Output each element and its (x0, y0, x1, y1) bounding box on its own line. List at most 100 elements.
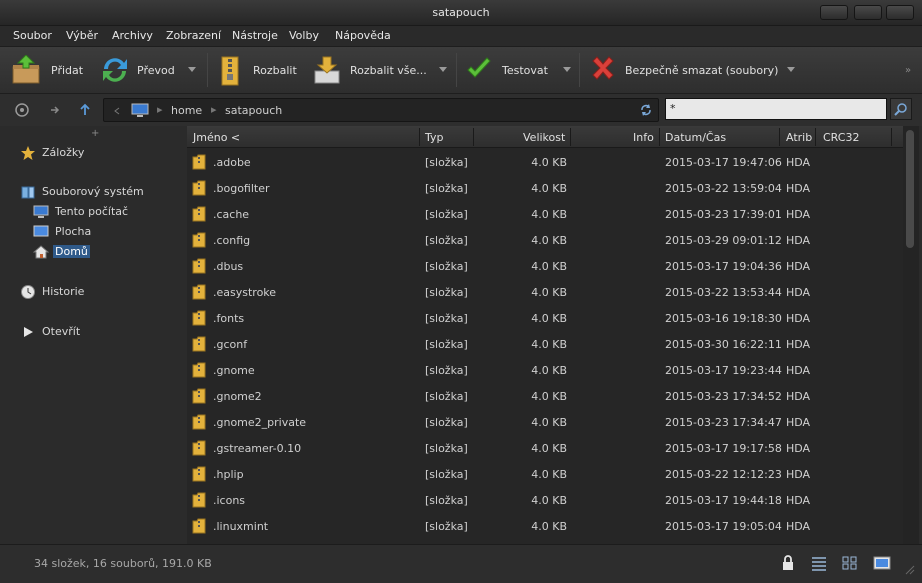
table-row[interactable]: .config [složka] 4.0 KB 2015-03-29 09:01:12… (187, 227, 903, 253)
up-arrow-icon[interactable] (76, 102, 94, 118)
preview-image-icon[interactable] (873, 555, 891, 571)
extract-all-dropdown-icon[interactable] (439, 67, 447, 72)
vertical-scrollbar[interactable] (903, 126, 919, 544)
row-date: 2015-03-16 19:18:30 (665, 312, 782, 325)
computer-icon[interactable] (131, 103, 149, 119)
row-size: 4.0 KB (531, 390, 567, 403)
row-size: 4.0 KB (531, 338, 567, 351)
sidebar-item-label: Domů (53, 245, 90, 258)
crumb-home[interactable]: home (171, 104, 202, 117)
menu-vyber[interactable]: Výběr (66, 29, 98, 42)
sidebar-item-computer[interactable]: Tento počítač (33, 203, 173, 221)
toolbar-overflow-icon[interactable]: » (905, 65, 911, 76)
sidebar-item-filesystem[interactable]: Souborový systém (20, 183, 180, 201)
maximize-button[interactable] (854, 5, 882, 20)
row-date: 2015-03-17 19:44:18 (665, 494, 782, 507)
row-date: 2015-03-17 19:23:44 (665, 364, 782, 377)
table-row[interactable]: .cache [složka] 4.0 KB 2015-03-23 17:39:01 H… (187, 201, 903, 227)
extract-label: Rozbalit (253, 64, 297, 77)
sidebar-item-bookmarks[interactable]: Záložky (20, 144, 170, 162)
convert-button[interactable]: Převod (100, 47, 202, 93)
forward-arrow-icon[interactable] (46, 102, 64, 118)
table-row[interactable]: .gnome [složka] 4.0 KB 2015-03-17 19:23:44 H… (187, 357, 903, 383)
sidebar-item-history[interactable]: Historie (20, 283, 170, 301)
sidebar-item-desktop[interactable]: Plocha (33, 223, 173, 241)
table-row[interactable]: .icons [složka] 4.0 KB 2015-03-17 19:44:18 H… (187, 487, 903, 513)
column-attr[interactable]: Atrib (786, 131, 812, 144)
table-row[interactable]: .easystroke [složka] 4.0 KB 2015-03-22 13:5… (187, 279, 903, 305)
sidebar-item-home[interactable]: Domů (33, 243, 173, 261)
test-button[interactable]: Testovat (465, 47, 577, 93)
search-button[interactable] (890, 98, 912, 120)
menu-napoveda[interactable]: Nápověda (335, 29, 391, 42)
row-date: 2015-03-17 19:04:36 (665, 260, 782, 273)
details-view-icon[interactable] (810, 555, 828, 571)
row-attr: HDA (786, 208, 811, 221)
status-text: 34 složek, 16 souborů, 191.0 KB (34, 557, 212, 570)
menu-nastroje[interactable]: Nástroje (232, 29, 278, 42)
folder-icon (192, 466, 206, 482)
icon-view-icon[interactable] (841, 555, 859, 571)
minimize-button[interactable] (820, 5, 848, 20)
menu-zobrazeni[interactable]: Zobrazení (166, 29, 221, 42)
menu-archivy[interactable]: Archivy (112, 29, 153, 42)
sidebar-item-label: Plocha (55, 225, 92, 238)
secure-delete-dropdown-icon[interactable] (787, 67, 795, 72)
table-row[interactable]: .bogofilter [složka] 4.0 KB 2015-03-22 13:5… (187, 175, 903, 201)
column-size[interactable]: Velikost (523, 131, 565, 144)
row-size: 4.0 KB (531, 286, 567, 299)
column-info[interactable]: Info (633, 131, 654, 144)
column-crc[interactable]: CRC32 (823, 131, 859, 144)
table-row[interactable]: .gconf [složka] 4.0 KB 2015-03-30 16:22:11 H… (187, 331, 903, 357)
convert-dropdown-icon[interactable] (188, 67, 196, 72)
sidebar-item-label: Souborový systém (42, 185, 144, 198)
sidebar-add-icon[interactable]: + (91, 128, 99, 139)
secure-delete-button[interactable]: Bezpečně smazat (soubory) (589, 47, 803, 93)
folder-icon (192, 414, 206, 430)
path-breadcrumb[interactable]: ▸ home ▸ satapouch (103, 98, 659, 122)
sidebar-item-open[interactable]: Otevřít (20, 323, 170, 341)
table-row[interactable]: .adobe [složka] 4.0 KB 2015-03-17 19:47:06 H… (187, 149, 903, 175)
column-type[interactable]: Typ (425, 131, 444, 144)
extract-all-button[interactable]: Rozbalit vše... (311, 47, 451, 93)
menu-volby[interactable]: Volby (289, 29, 319, 42)
column-date[interactable]: Datum/Čas (665, 131, 726, 144)
history-nav-icon[interactable] (13, 102, 31, 118)
add-button[interactable]: Přidat (10, 47, 92, 93)
row-name: .easystroke (213, 286, 277, 299)
menu-soubor[interactable]: Soubor (13, 29, 52, 42)
scrollbar-thumb[interactable] (906, 130, 914, 248)
filter-input[interactable]: * (665, 98, 887, 120)
column-name[interactable]: Jméno < (193, 131, 240, 144)
sidebar: + Záložky Souborový systém Tento počítač… (0, 126, 186, 544)
extract-button[interactable]: Rozbalit (217, 47, 301, 93)
table-row[interactable]: .gstreamer-0.10 [složka] 4.0 KB 2015-03-17 … (187, 435, 903, 461)
table-row[interactable]: .dbus [složka] 4.0 KB 2015-03-17 19:04:36 HD… (187, 253, 903, 279)
resize-grip-icon[interactable] (903, 563, 915, 575)
chevron-left-icon[interactable] (112, 106, 122, 116)
row-attr: HDA (786, 338, 811, 351)
row-type: [složka] (425, 156, 468, 169)
row-type: [složka] (425, 364, 468, 377)
row-attr: HDA (786, 416, 811, 429)
folder-icon (192, 362, 206, 378)
crumb-satapouch[interactable]: satapouch (225, 104, 282, 117)
row-name: .gnome (213, 364, 255, 377)
refresh-icon[interactable] (639, 103, 653, 117)
close-button[interactable] (886, 5, 914, 20)
sidebar-item-label: Tento počítač (55, 205, 129, 218)
table-row[interactable]: .gnome2_private [složka] 4.0 KB 2015-03-23 … (187, 409, 903, 435)
convert-label: Převod (137, 64, 175, 77)
table-row[interactable]: .fonts [složka] 4.0 KB 2015-03-16 19:18:30 H… (187, 305, 903, 331)
table-row[interactable]: .gnome2 [složka] 4.0 KB 2015-03-23 17:34:52… (187, 383, 903, 409)
row-name: .linuxmint (213, 520, 269, 533)
table-row[interactable]: .linuxmint [složka] 4.0 KB 2015-03-17 19:05… (187, 513, 903, 539)
row-size: 4.0 KB (531, 494, 567, 507)
table-row[interactable]: .hplip [složka] 4.0 KB 2015-03-22 12:12:23 H… (187, 461, 903, 487)
row-date: 2015-03-22 12:12:23 (665, 468, 782, 481)
test-dropdown-icon[interactable] (563, 67, 571, 72)
lock-icon[interactable] (779, 555, 797, 571)
menu-bar: Soubor Výběr Archivy Zobrazení Nástroje … (0, 26, 922, 46)
row-name: .dbus (213, 260, 244, 273)
row-attr: HDA (786, 468, 811, 481)
